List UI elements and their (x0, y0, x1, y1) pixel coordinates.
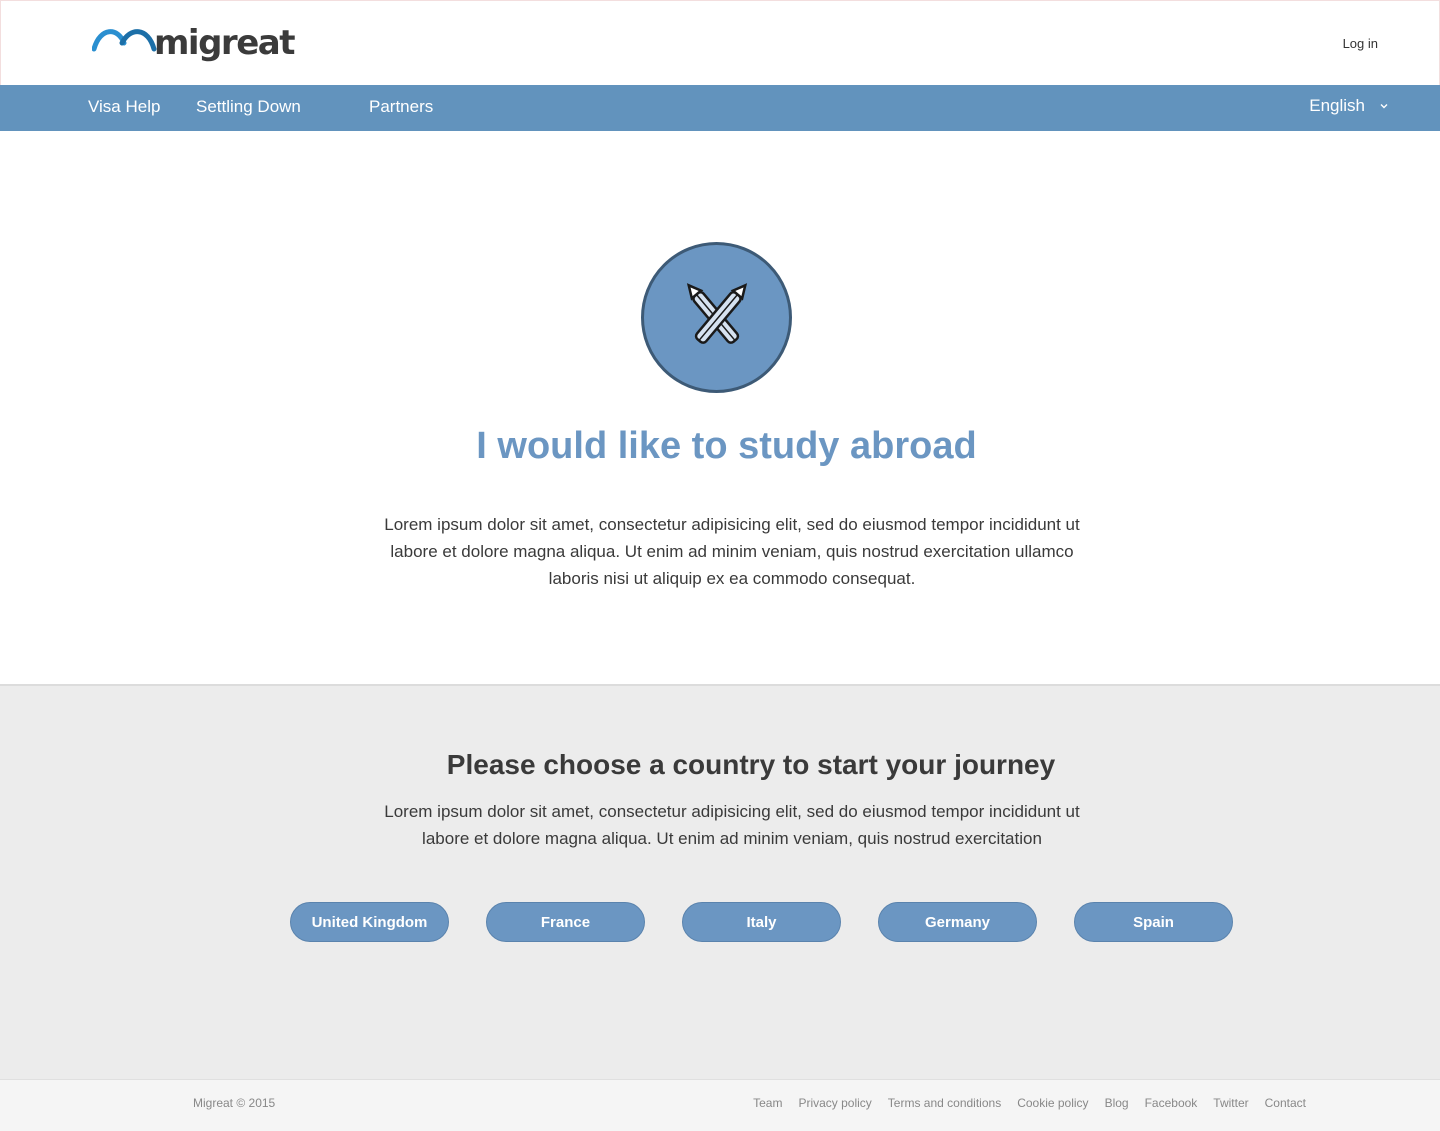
country-section-title: Please choose a country to start your jo… (446, 749, 1056, 780)
footer-link-blog[interactable]: Blog (1105, 1096, 1129, 1110)
main-nav: Visa Help Settling Down Partners English (0, 85, 1440, 131)
country-button-united-kingdom[interactable]: United Kingdom (290, 902, 449, 942)
logo-text: migreat (154, 23, 295, 63)
footer-links: Team Privacy policy Terms and conditions… (753, 1096, 1306, 1110)
country-button-spain[interactable]: Spain (1074, 902, 1233, 942)
footer-link-privacy-policy[interactable]: Privacy policy (798, 1096, 871, 1110)
footer: Migreat © 2015 Team Privacy policy Terms… (0, 1079, 1440, 1131)
study-badge (641, 242, 792, 393)
nav-item-visa-help[interactable]: Visa Help (88, 97, 160, 117)
top-header: migreat Log in (0, 0, 1440, 85)
footer-link-team[interactable]: Team (753, 1096, 782, 1110)
nav-item-settling-down[interactable]: Settling Down (196, 97, 301, 117)
country-section: Please choose a country to start your jo… (0, 684, 1440, 1079)
migreat-logo[interactable]: migreat (92, 23, 295, 63)
country-button-germany[interactable]: Germany (878, 902, 1037, 942)
login-link[interactable]: Log in (1343, 36, 1378, 51)
footer-link-terms[interactable]: Terms and conditions (888, 1096, 1001, 1110)
hero-section: I would like to study abroad Lorem ipsum… (0, 131, 1440, 684)
language-selector[interactable]: English (1309, 96, 1389, 116)
copyright: Migreat © 2015 (193, 1096, 276, 1110)
hero-description: Lorem ipsum dolor sit amet, consectetur … (384, 515, 1080, 588)
crossed-pencils-icon (686, 283, 748, 344)
language-label: English (1309, 96, 1365, 115)
country-button-italy[interactable]: Italy (682, 902, 841, 942)
footer-link-facebook[interactable]: Facebook (1145, 1096, 1198, 1110)
footer-link-twitter[interactable]: Twitter (1213, 1096, 1248, 1110)
footer-link-cookie-policy[interactable]: Cookie policy (1017, 1096, 1088, 1110)
country-button-france[interactable]: France (486, 902, 645, 942)
nav-item-partners[interactable]: Partners (369, 97, 433, 117)
hero-title: I would like to study abroad (476, 425, 977, 467)
footer-link-contact[interactable]: Contact (1265, 1096, 1306, 1110)
logo-mark-icon (92, 29, 157, 52)
chevron-down-icon (1380, 104, 1388, 109)
country-section-description: Lorem ipsum dolor sit amet, consectetur … (384, 802, 1080, 848)
